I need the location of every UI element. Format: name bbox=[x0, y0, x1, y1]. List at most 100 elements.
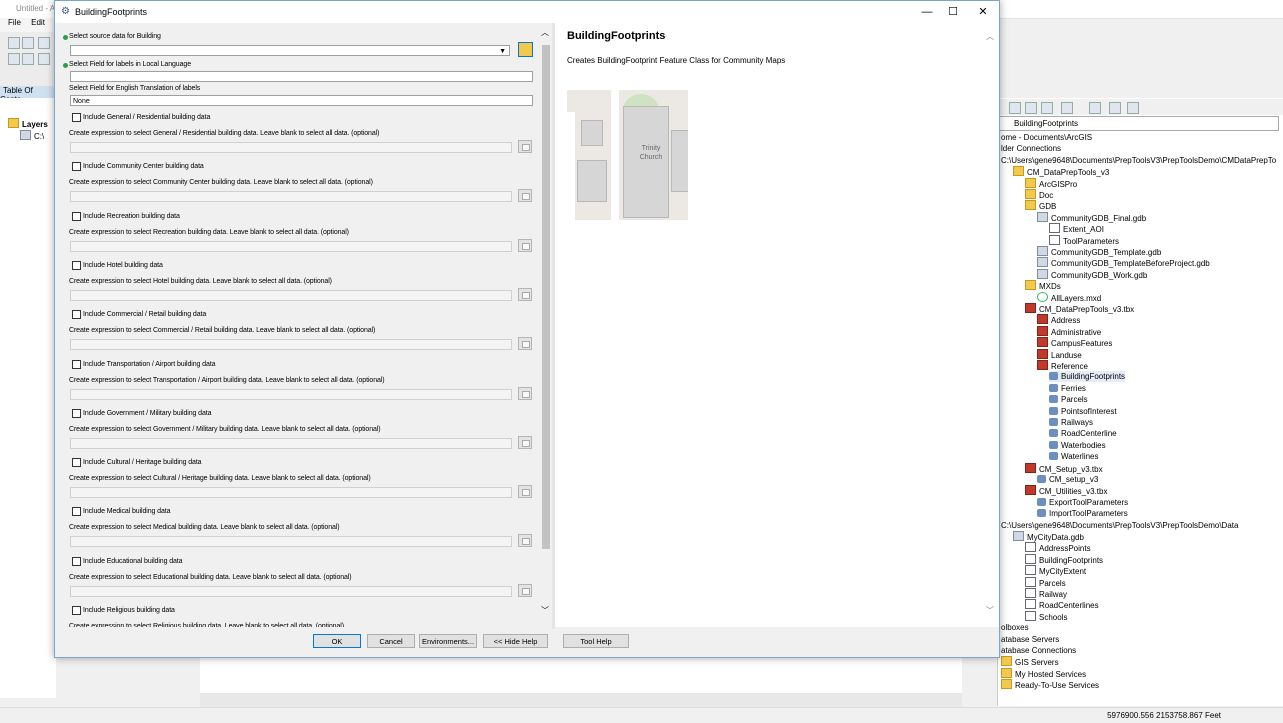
catalog-tree-item[interactable]: Extent_AOI bbox=[1049, 223, 1104, 234]
include-checkbox[interactable] bbox=[72, 162, 81, 171]
include-checkbox[interactable] bbox=[72, 360, 81, 369]
catalog-tree-item[interactable]: Parcels bbox=[1025, 577, 1066, 588]
catalog-tree-item[interactable]: Reference bbox=[1037, 360, 1088, 371]
expression-input[interactable] bbox=[70, 389, 512, 400]
source-data-input[interactable]: ▼ bbox=[70, 45, 510, 56]
include-checkbox[interactable] bbox=[72, 113, 81, 122]
hide-help-button[interactable]: << Hide Help bbox=[483, 634, 548, 648]
catalog-tree-item[interactable]: BuildingFootprints bbox=[1025, 554, 1103, 565]
catalog-tree-item[interactable]: Ferries bbox=[1049, 383, 1086, 394]
catalog-tree-item[interactable]: AddressPoints bbox=[1025, 542, 1091, 553]
home-icon[interactable] bbox=[1025, 102, 1037, 114]
expression-input[interactable] bbox=[70, 586, 512, 597]
sql-builder-button[interactable] bbox=[518, 387, 532, 400]
connect-folder-icon[interactable] bbox=[1041, 102, 1053, 114]
catalog-tree-item[interactable]: Doc bbox=[1025, 189, 1053, 200]
sql-builder-button[interactable] bbox=[518, 534, 532, 547]
browse-folder-button[interactable] bbox=[518, 42, 533, 57]
expression-input[interactable] bbox=[70, 290, 512, 301]
sql-builder-button[interactable] bbox=[518, 584, 532, 597]
scroll-down-icon[interactable]: ﹀ bbox=[541, 605, 549, 616]
catalog-tree-item[interactable]: Railway bbox=[1025, 588, 1067, 599]
catalog-tree-item[interactable]: C:\Users\gene9648\Documents\PrepToolsV3\… bbox=[1001, 155, 1276, 166]
catalog-tree-item[interactable]: GDB bbox=[1025, 200, 1056, 211]
minimize-button[interactable]: — bbox=[913, 4, 941, 20]
dropdown-arrow-icon[interactable]: ▼ bbox=[499, 46, 506, 57]
catalog-tree-item[interactable]: CampusFeatures bbox=[1037, 337, 1112, 348]
catalog-tree-item[interactable]: CM_DataPrepTools_v3.tbx bbox=[1025, 303, 1134, 314]
sql-builder-button[interactable] bbox=[518, 485, 532, 498]
expression-input[interactable] bbox=[70, 191, 512, 202]
catalog-tree-item[interactable]: BuildingFootprints bbox=[1049, 371, 1126, 382]
catalog-tree-item[interactable]: CM_DataPrepTools_v3 bbox=[1013, 166, 1109, 177]
menu-file[interactable]: File bbox=[8, 18, 21, 27]
toggle-contents-icon[interactable] bbox=[1109, 102, 1121, 114]
catalog-tree-item[interactable]: AllLayers.mxd bbox=[1037, 292, 1101, 303]
toc-layers[interactable]: Layers bbox=[8, 118, 48, 129]
catalog-tree-item[interactable]: RoadCenterline bbox=[1049, 428, 1117, 439]
include-checkbox[interactable] bbox=[72, 606, 81, 615]
include-checkbox[interactable] bbox=[72, 261, 81, 270]
catalog-tree-item[interactable]: lder Connections bbox=[1001, 143, 1061, 154]
close-button[interactable]: ✕ bbox=[969, 4, 997, 20]
catalog-tree-item[interactable]: CommunityGDB_Template.gdb bbox=[1037, 246, 1161, 257]
zoom-out-icon[interactable] bbox=[22, 37, 34, 49]
expression-input[interactable] bbox=[70, 339, 512, 350]
catalog-tree-item[interactable]: CM_Setup_v3.tbx bbox=[1025, 463, 1103, 474]
catalog-tree-item[interactable]: atabase Servers bbox=[1001, 634, 1059, 645]
map-view[interactable] bbox=[200, 655, 962, 693]
sql-builder-button[interactable] bbox=[518, 436, 532, 449]
view-options-icon[interactable] bbox=[1061, 102, 1073, 114]
cancel-button[interactable]: Cancel bbox=[367, 634, 415, 648]
catalog-tree-item[interactable]: ImportToolParameters bbox=[1037, 508, 1128, 519]
catalog-tree-item[interactable]: GIS Servers bbox=[1001, 656, 1059, 667]
catalog-tree-item[interactable]: ArcGISPro bbox=[1025, 178, 1077, 189]
catalog-tree-item[interactable]: CM_Utilities_v3.tbx bbox=[1025, 485, 1107, 496]
catalog-tree-item[interactable]: Address bbox=[1037, 314, 1080, 325]
include-checkbox[interactable] bbox=[72, 212, 81, 221]
parameters-scroll-thumb[interactable] bbox=[542, 45, 550, 549]
maximize-button[interactable]: ☐ bbox=[939, 4, 967, 20]
environments-button[interactable]: Environments... bbox=[419, 634, 477, 648]
english-translation-input[interactable]: None bbox=[70, 95, 533, 106]
map-scrollbar[interactable] bbox=[200, 693, 962, 707]
new-icon[interactable] bbox=[8, 53, 20, 65]
catalog-tree-item[interactable]: Waterbodies bbox=[1049, 440, 1106, 451]
expression-input[interactable] bbox=[70, 536, 512, 547]
scroll-up-icon[interactable]: ︿ bbox=[541, 27, 549, 38]
catalog-tree-item[interactable]: olboxes bbox=[1001, 622, 1029, 633]
help-scroll-down-icon[interactable]: ﹀ bbox=[986, 605, 994, 616]
expression-input[interactable] bbox=[70, 241, 512, 252]
expression-input[interactable] bbox=[70, 142, 512, 153]
save-icon[interactable] bbox=[38, 53, 50, 65]
catalog-tree-item[interactable]: MyCityData.gdb bbox=[1013, 531, 1084, 542]
catalog-tree-item[interactable]: CommunityGDB_Work.gdb bbox=[1037, 269, 1147, 280]
catalog-tree-item[interactable]: MXDs bbox=[1025, 280, 1061, 291]
sql-builder-button[interactable] bbox=[518, 337, 532, 350]
catalog-tree-item[interactable]: ome - Documents\ArcGIS bbox=[1001, 132, 1092, 143]
catalog-tree-item[interactable]: Parcels bbox=[1049, 394, 1088, 405]
sql-builder-button[interactable] bbox=[518, 239, 532, 252]
catalog-tree-item[interactable]: RoadCenterlines bbox=[1025, 599, 1099, 610]
toc-item[interactable]: C:\ bbox=[20, 130, 44, 141]
include-checkbox[interactable] bbox=[72, 409, 81, 418]
menu-edit[interactable]: Edit bbox=[31, 18, 45, 27]
catalog-tree-item[interactable]: Waterlines bbox=[1049, 451, 1099, 462]
catalog-tree-item[interactable]: CM_setup_v3 bbox=[1037, 474, 1098, 485]
include-checkbox[interactable] bbox=[72, 557, 81, 566]
new-folder-icon[interactable] bbox=[1089, 102, 1101, 114]
catalog-tree-item[interactable]: Schools bbox=[1025, 611, 1067, 622]
catalog-tree-item[interactable]: Administrative bbox=[1037, 326, 1101, 337]
sql-builder-button[interactable] bbox=[518, 288, 532, 301]
catalog-tree-item[interactable]: CommunityGDB_TemplateBeforeProject.gdb bbox=[1037, 257, 1210, 268]
options-icon[interactable] bbox=[1127, 102, 1139, 114]
tool-help-button[interactable]: Tool Help bbox=[563, 634, 629, 648]
include-checkbox[interactable] bbox=[72, 310, 81, 319]
local-language-input[interactable] bbox=[70, 71, 533, 82]
up-folder-icon[interactable] bbox=[1009, 102, 1021, 114]
catalog-tree-item[interactable]: atabase Connections bbox=[1001, 645, 1076, 656]
include-checkbox[interactable] bbox=[72, 507, 81, 516]
catalog-tree-item[interactable]: Landuse bbox=[1037, 349, 1082, 360]
catalog-tree-item[interactable]: MyCityExtent bbox=[1025, 565, 1086, 576]
sql-builder-button[interactable] bbox=[518, 140, 532, 153]
